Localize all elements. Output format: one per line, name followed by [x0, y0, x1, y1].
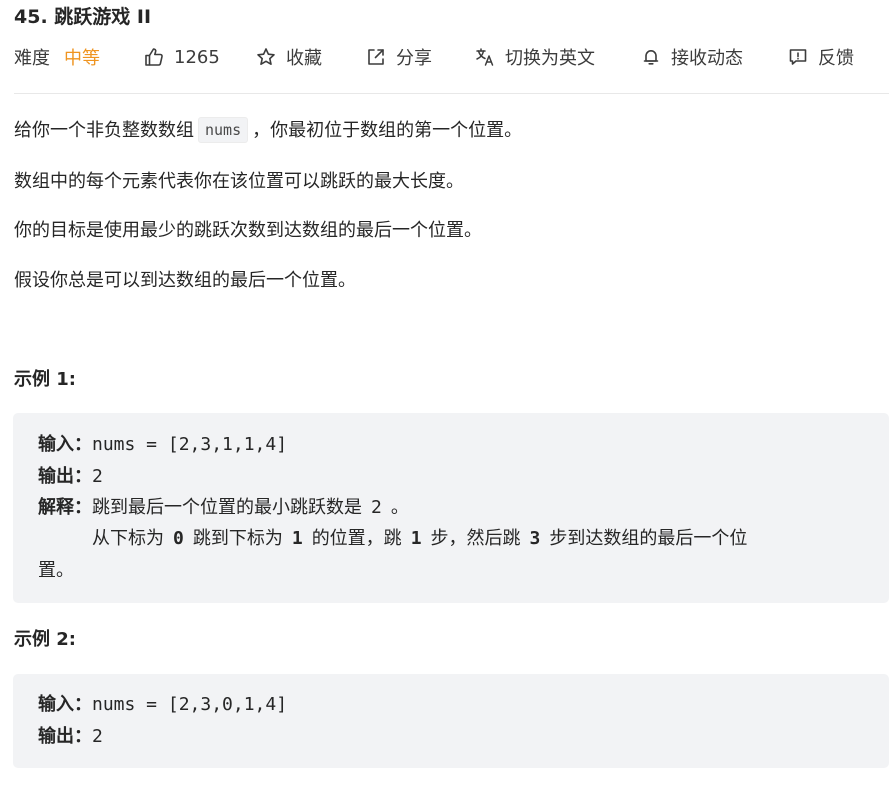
description-paragraph-4: 假设你总是可以到达数组的最后一个位置。: [14, 270, 356, 291]
bell-icon: [643, 50, 659, 65]
description-text: ，你最初位于数组的第一个位置。: [252, 120, 523, 141]
share-icon: [368, 49, 384, 65]
example-1-explanation-line-3: 置。: [38, 560, 74, 581]
translate-label: 切换为英文: [505, 48, 595, 69]
explanation-number: 1: [291, 528, 303, 549]
example-2-title: 示例 2:: [14, 629, 76, 650]
explanation-text: 从下标为: [92, 528, 164, 549]
explanation-text: 跳到下标为: [192, 528, 283, 549]
share-label: 分享: [396, 48, 432, 69]
explanation-text: 的位置，跳: [311, 528, 402, 549]
explanation-text: 步，然后跳: [430, 528, 521, 549]
like-count: 1265: [174, 46, 220, 68]
subscribe-label: 接收动态: [671, 48, 743, 69]
thumbs-up-icon: [145, 48, 163, 66]
description-paragraph-1: 给你一个非负整数数组 nums ，你最初位于数组的第一个位置。: [14, 117, 522, 145]
example-1-title: 示例 1:: [14, 369, 76, 390]
difficulty-indicator: 难度 中等: [14, 42, 100, 72]
inline-code-nums: nums: [198, 117, 249, 143]
output-label: 输出：: [38, 466, 92, 487]
input-value: nums = [2,3,1,1,4]: [92, 434, 288, 455]
explanation-label: 解释：: [38, 497, 92, 518]
example-2-block: 输入：nums = [2,3,0,1,4] 输出：2: [13, 674, 889, 768]
description-text: 给你一个非负整数数组: [14, 120, 194, 141]
header-divider: [14, 93, 889, 94]
feedback-label: 反馈: [818, 48, 854, 69]
problem-title: 45. 跳跃游戏 II: [14, 6, 152, 28]
explanation-number: 0: [173, 528, 184, 549]
output-value: 2: [92, 466, 103, 487]
difficulty-value: 中等: [64, 48, 100, 69]
subscribe-button[interactable]: 接收动态: [641, 42, 743, 72]
star-icon: [257, 48, 275, 65]
translate-button[interactable]: 切换为英文: [475, 42, 595, 72]
feedback-button[interactable]: 反馈: [788, 42, 854, 72]
favorite-button[interactable]: 收藏: [256, 42, 322, 72]
description-paragraph-2: 数组中的每个元素代表你在该位置可以跳跃的最大长度。: [14, 171, 464, 192]
example-2-output: 输出：2: [38, 722, 103, 752]
explanation-number: 2: [371, 497, 382, 518]
description-paragraph-3: 你的目标是使用最少的跳跃次数到达数组的最后一个位置。: [14, 220, 482, 241]
output-label: 输出：: [38, 726, 92, 747]
example-1-output: 输出：2: [38, 462, 103, 492]
input-label: 输入：: [38, 694, 92, 715]
explanation-text: 跳到最后一个位置的最小跳跃数是: [92, 497, 362, 518]
example-2-input: 输入：nums = [2,3,0,1,4]: [38, 690, 287, 720]
example-1-input: 输入：nums = [2,3,1,1,4]: [38, 430, 287, 460]
example-1-explanation-line-1: 解释：跳到最后一个位置的最小跳跃数是 2 。: [38, 493, 409, 523]
output-value: 2: [92, 726, 103, 747]
problem-meta-bar: 难度 中等 1265 收藏 分享 切换为英文 接收动态 反馈: [0, 42, 894, 72]
example-1-explanation-line-2: 从下标为 0 跳到下标为 1 的位置，跳 1 步，然后跳 3 步到达数组的最后一个位: [92, 524, 747, 554]
explanation-number: 1: [410, 528, 422, 549]
input-value: nums = [2,3,0,1,4]: [92, 694, 288, 715]
explanation-text: 。: [390, 497, 409, 518]
explanation-text: 步到达数组的最后一个位: [549, 528, 748, 549]
favorite-label: 收藏: [286, 48, 322, 69]
share-button[interactable]: 分享: [366, 42, 432, 72]
translate-icon: [476, 48, 494, 66]
feedback-icon: [789, 49, 807, 65]
difficulty-label: 难度: [14, 48, 50, 69]
explanation-number: 3: [529, 528, 541, 549]
input-label: 输入：: [38, 434, 92, 455]
like-button[interactable]: 1265: [144, 42, 220, 72]
example-1-block: 输入：nums = [2,3,1,1,4] 输出：2 解释：跳到最后一个位置的最…: [13, 413, 889, 603]
